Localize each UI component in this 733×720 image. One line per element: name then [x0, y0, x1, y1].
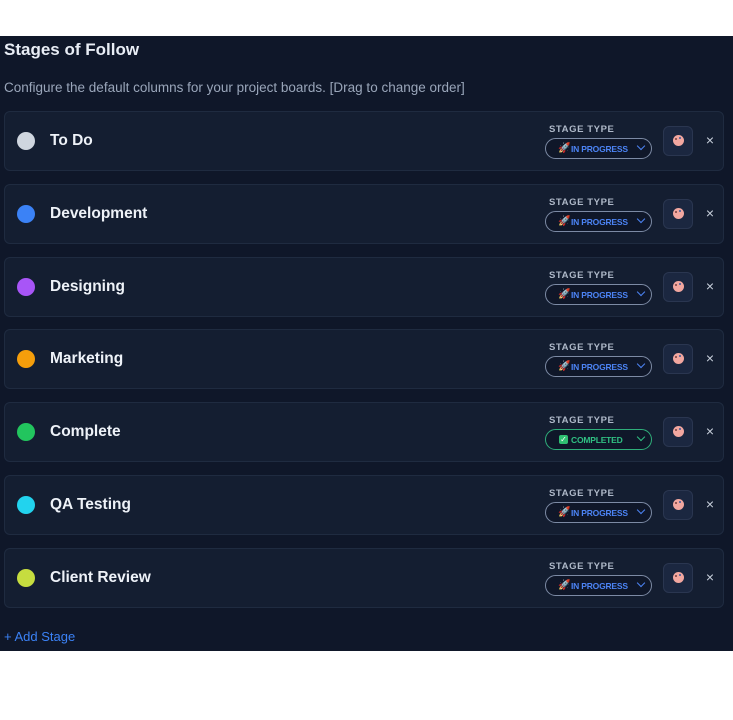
- rocket-icon: 🚀: [558, 507, 571, 518]
- stage-row[interactable]: Client Review STAGE TYPE 🚀 IN PROGRESS ×: [4, 547, 724, 608]
- stage-type-select[interactable]: 🚀 IN PROGRESS: [545, 574, 652, 596]
- color-picker-button[interactable]: [663, 344, 693, 375]
- stage-type-value: COMPLETED: [571, 435, 623, 446]
- color-picker-button[interactable]: [663, 490, 693, 520]
- stage-type-select[interactable]: 🚀 IN PROGRESS: [545, 502, 652, 523]
- stage-row[interactable]: Marketing STAGE TYPE 🚀 IN PROGRESS ×: [4, 329, 724, 390]
- chevron-down-icon: [636, 141, 646, 151]
- stage-type-value: IN PROGRESS: [571, 580, 628, 591]
- palette-icon: [673, 207, 684, 219]
- stage-type-select[interactable]: 🚀 IN PROGRESS: [545, 356, 652, 378]
- color-picker-button[interactable]: [663, 417, 693, 448]
- stage-type-label: STAGE TYPE: [549, 269, 615, 281]
- stage-color-dot: [17, 277, 35, 296]
- color-picker-button[interactable]: [663, 271, 693, 302]
- stage-name[interactable]: Client Review: [50, 569, 151, 587]
- stage-color-dot: [17, 568, 35, 587]
- stage-type-label: STAGE TYPE: [549, 488, 615, 499]
- palette-icon: [673, 426, 684, 438]
- stage-type-label: STAGE TYPE: [549, 415, 615, 427]
- add-stage-button[interactable]: + Add Stage: [4, 629, 75, 644]
- stage-color-dot: [17, 496, 35, 514]
- rocket-icon: 🚀: [558, 215, 571, 227]
- color-picker-button[interactable]: [663, 562, 693, 593]
- stage-type-label: STAGE TYPE: [549, 196, 615, 208]
- stage-type-select[interactable]: 🚀 IN PROGRESS: [545, 210, 652, 232]
- stage-type-select[interactable]: 🚀 IN PROGRESS: [545, 283, 652, 305]
- stage-row[interactable]: Designing STAGE TYPE 🚀 IN PROGRESS ×: [4, 256, 724, 317]
- stage-row[interactable]: Complete STAGE TYPE ✓ COMPLETED ×: [4, 402, 724, 463]
- remove-stage-button[interactable]: ×: [702, 132, 718, 148]
- stage-type-value: IN PROGRESS: [571, 508, 628, 518]
- stage-name[interactable]: Complete: [50, 423, 121, 441]
- stage-type-select[interactable]: 🚀 IN PROGRESS: [545, 138, 652, 159]
- page-title: Stages of Follow: [4, 40, 140, 59]
- stage-type-value: IN PROGRESS: [571, 144, 628, 154]
- palette-icon: [673, 499, 684, 510]
- rocket-icon: 🚀: [558, 579, 571, 591]
- stage-type-label: STAGE TYPE: [549, 560, 615, 572]
- page-subtitle: Configure the default columns for your p…: [4, 80, 465, 95]
- remove-stage-button[interactable]: ×: [702, 278, 718, 294]
- stage-name[interactable]: Marketing: [50, 350, 123, 368]
- remove-stage-button[interactable]: ×: [702, 205, 718, 221]
- rocket-icon: 🚀: [558, 143, 571, 154]
- stage-color-dot: [17, 204, 35, 223]
- stages-panel: Stages of Follow Configure the default c…: [0, 36, 733, 651]
- stage-color-dot: [17, 132, 35, 150]
- chevron-down-icon: [636, 360, 646, 369]
- color-picker-button[interactable]: [663, 198, 693, 229]
- chevron-down-icon: [636, 214, 646, 224]
- remove-stage-button[interactable]: ×: [702, 423, 718, 439]
- stage-color-dot: [17, 423, 35, 442]
- rocket-icon: 🚀: [558, 361, 571, 373]
- rocket-icon: 🚀: [558, 288, 571, 300]
- stage-row[interactable]: To Do STAGE TYPE 🚀 IN PROGRESS ×: [4, 111, 724, 171]
- palette-icon: [673, 353, 684, 365]
- stage-name[interactable]: QA Testing: [50, 496, 131, 514]
- stage-name[interactable]: To Do: [50, 132, 93, 150]
- palette-icon: [673, 135, 684, 146]
- color-picker-button[interactable]: [663, 126, 693, 156]
- chevron-down-icon: [636, 505, 646, 515]
- stage-type-label: STAGE TYPE: [549, 124, 615, 135]
- checkbox-icon: ✓: [559, 435, 568, 445]
- stage-type-value: IN PROGRESS: [571, 362, 628, 373]
- chevron-down-icon: [636, 578, 646, 588]
- palette-icon: [673, 280, 684, 292]
- stage-type-label: STAGE TYPE: [549, 342, 615, 354]
- remove-stage-button[interactable]: ×: [702, 496, 718, 512]
- stage-color-dot: [17, 350, 35, 369]
- stage-type-value: IN PROGRESS: [571, 216, 628, 227]
- remove-stage-button[interactable]: ×: [702, 350, 718, 366]
- stage-row[interactable]: QA Testing STAGE TYPE 🚀 IN PROGRESS ×: [4, 475, 724, 535]
- stage-name[interactable]: Designing: [50, 278, 125, 296]
- stage-row[interactable]: Development STAGE TYPE 🚀 IN PROGRESS ×: [4, 183, 724, 244]
- chevron-down-icon: [636, 287, 646, 296]
- chevron-down-icon: [636, 432, 646, 442]
- palette-icon: [673, 571, 684, 583]
- stage-type-value: IN PROGRESS: [571, 289, 628, 300]
- stage-name[interactable]: Development: [50, 205, 147, 223]
- remove-stage-button[interactable]: ×: [702, 569, 718, 585]
- stage-type-select[interactable]: ✓ COMPLETED: [545, 429, 652, 451]
